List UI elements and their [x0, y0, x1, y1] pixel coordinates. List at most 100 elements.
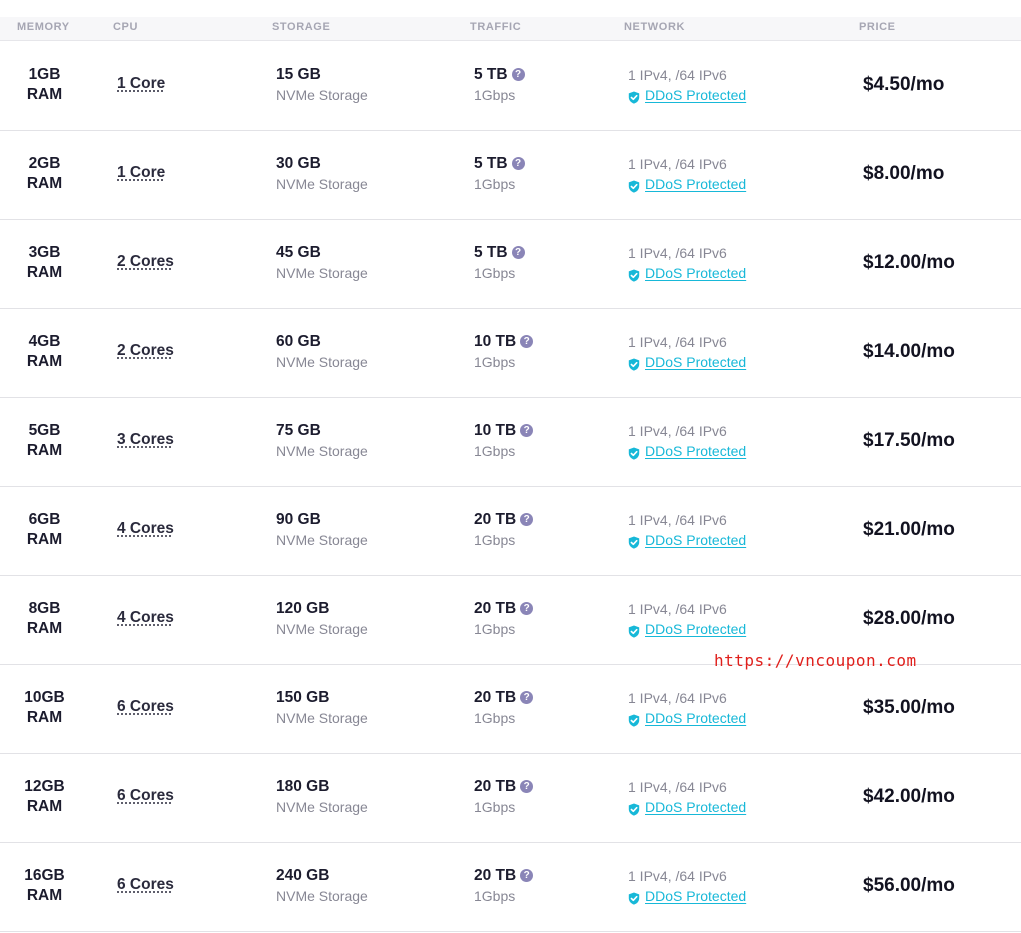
cpu-cores-tooltip[interactable]: 4 Cores — [117, 609, 174, 627]
ip-allocation: 1 IPv4, /64 IPv6 — [628, 156, 727, 172]
storage-cell: 75 GB NVMe Storage — [276, 421, 368, 461]
storage-type: NVMe Storage — [276, 354, 368, 370]
plan-row: 4GB RAM 2 Cores 60 GB NVMe Storage 10 TB? 1Gbp… — [0, 308, 1021, 398]
shield-check-icon — [628, 89, 640, 104]
question-circle-icon[interactable]: ? — [520, 869, 534, 882]
traffic-amount: 20 TB — [474, 600, 517, 617]
traffic-cell: 20 TB? 1Gbps — [474, 866, 534, 906]
traffic-amount: 5 TB — [474, 66, 508, 83]
ddos-protected-link[interactable]: DDoS Protected — [645, 797, 746, 817]
shield-check-icon — [628, 445, 640, 460]
traffic-amount: 5 TB — [474, 155, 508, 172]
column-header-traffic: TRAFFIC — [470, 21, 522, 33]
shield-check-icon — [628, 178, 640, 193]
network-cell: 1 IPv4, /64 IPv6 DDoS Protected — [628, 866, 746, 906]
ddos-protected-link[interactable]: DDoS Protected — [645, 263, 746, 283]
memory-cell: 6GB RAM — [0, 510, 89, 550]
question-circle-icon[interactable]: ? — [520, 780, 534, 793]
traffic-cell: 5 TB? 1Gbps — [474, 243, 525, 283]
storage-type: NVMe Storage — [276, 87, 368, 103]
cpu-cores-tooltip[interactable]: 6 Cores — [117, 698, 174, 716]
ip-allocation: 1 IPv4, /64 IPv6 — [628, 779, 727, 795]
ddos-protected-link[interactable]: DDoS Protected — [645, 174, 746, 194]
shield-check-icon — [628, 890, 640, 905]
storage-cell: 45 GB NVMe Storage — [276, 243, 368, 283]
plan-row: 10GB RAM 6 Cores 150 GB NVMe Storage 20 TB? 1G… — [0, 664, 1021, 754]
ip-allocation: 1 IPv4, /64 IPv6 — [628, 690, 727, 706]
table-header: MEMORY CPU STORAGE TRAFFIC NETWORK PRICE — [0, 17, 1021, 41]
question-circle-icon[interactable]: ? — [511, 68, 525, 81]
shield-check-icon — [628, 623, 640, 638]
storage-size: 150 GB — [276, 689, 330, 706]
question-circle-icon[interactable]: ? — [511, 157, 525, 170]
ddos-protected-link[interactable]: DDoS Protected — [645, 85, 746, 105]
cpu-cores-tooltip[interactable]: 3 Cores — [117, 431, 174, 449]
storage-cell: 150 GB NVMe Storage — [276, 688, 368, 728]
cpu-cores-tooltip[interactable]: 2 Cores — [117, 253, 174, 271]
plan-row: 2GB RAM 1 Core 30 GB NVMe Storage 5 TB? 1Gbps 1… — [0, 130, 1021, 220]
price-label: $12.00/mo — [863, 252, 955, 273]
watermark-text: https://vncoupon.com — [714, 651, 917, 670]
cpu-cores-tooltip[interactable]: 6 Cores — [117, 787, 174, 805]
traffic-cell: 10 TB? 1Gbps — [474, 332, 534, 372]
memory-unit: RAM — [26, 442, 63, 459]
storage-type: NVMe Storage — [276, 265, 368, 281]
cpu-cores-tooltip[interactable]: 1 Core — [117, 164, 165, 182]
storage-cell: 15 GB NVMe Storage — [276, 65, 368, 105]
network-cell: 1 IPv4, /64 IPv6 DDoS Protected — [628, 599, 746, 639]
memory-unit: RAM — [26, 175, 63, 192]
port-speed: 1Gbps — [474, 354, 516, 370]
price-label: $21.00/mo — [863, 519, 955, 540]
shield-check-icon — [628, 801, 640, 816]
question-circle-icon[interactable]: ? — [511, 246, 525, 259]
port-speed: 1Gbps — [474, 799, 516, 815]
memory-unit: RAM — [26, 620, 63, 637]
network-cell: 1 IPv4, /64 IPv6 DDoS Protected — [628, 688, 746, 728]
port-speed: 1Gbps — [474, 176, 516, 192]
storage-cell: 180 GB NVMe Storage — [276, 777, 368, 817]
ddos-protected-link[interactable]: DDoS Protected — [645, 708, 746, 728]
traffic-cell: 5 TB? 1Gbps — [474, 65, 525, 105]
traffic-amount: 10 TB — [474, 422, 517, 439]
column-header-price: PRICE — [859, 21, 896, 33]
memory-unit: RAM — [26, 887, 63, 904]
cpu-cores-tooltip[interactable]: 1 Core — [117, 75, 165, 93]
question-circle-icon[interactable]: ? — [520, 602, 534, 615]
ddos-protected-link[interactable]: DDoS Protected — [645, 530, 746, 550]
network-cell: 1 IPv4, /64 IPv6 DDoS Protected — [628, 65, 746, 105]
port-speed: 1Gbps — [474, 621, 516, 637]
storage-cell: 60 GB NVMe Storage — [276, 332, 368, 372]
port-speed: 1Gbps — [474, 888, 516, 904]
price-label: $42.00/mo — [863, 786, 955, 807]
memory-cell: 10GB RAM — [0, 688, 89, 728]
traffic-cell: 10 TB? 1Gbps — [474, 421, 534, 461]
cpu-cores-tooltip[interactable]: 2 Cores — [117, 342, 174, 360]
price-label: $28.00/mo — [863, 608, 955, 629]
storage-size: 240 GB — [276, 867, 330, 884]
storage-cell: 30 GB NVMe Storage — [276, 154, 368, 194]
question-circle-icon[interactable]: ? — [520, 335, 534, 348]
cpu-cores-tooltip[interactable]: 6 Cores — [117, 876, 174, 894]
storage-type: NVMe Storage — [276, 888, 368, 904]
plan-row: 16GB RAM 6 Cores 240 GB NVMe Storage 20 TB? 1G… — [0, 842, 1021, 932]
column-header-cpu: CPU — [113, 21, 139, 33]
price-label: $14.00/mo — [863, 341, 955, 362]
plan-row: 1GB RAM 1 Core 15 GB NVMe Storage 5 TB? 1Gbps 1… — [0, 41, 1021, 131]
memory-unit: RAM — [26, 353, 63, 370]
shield-check-icon — [628, 356, 640, 371]
ddos-protected-link[interactable]: DDoS Protected — [645, 352, 746, 372]
ddos-protected-link[interactable]: DDoS Protected — [645, 441, 746, 461]
memory-amount: 1GB — [28, 66, 61, 83]
ddos-protected-link[interactable]: DDoS Protected — [645, 619, 746, 639]
cpu-cores-tooltip[interactable]: 4 Cores — [117, 520, 174, 538]
storage-cell: 90 GB NVMe Storage — [276, 510, 368, 550]
storage-type: NVMe Storage — [276, 176, 368, 192]
price-label: $56.00/mo — [863, 875, 955, 896]
network-cell: 1 IPv4, /64 IPv6 DDoS Protected — [628, 510, 746, 550]
question-circle-icon[interactable]: ? — [520, 513, 534, 526]
ddos-protected-link[interactable]: DDoS Protected — [645, 886, 746, 906]
question-circle-icon[interactable]: ? — [520, 424, 534, 437]
traffic-cell: 20 TB? 1Gbps — [474, 510, 534, 550]
question-circle-icon[interactable]: ? — [520, 691, 534, 704]
storage-size: 45 GB — [276, 244, 321, 261]
